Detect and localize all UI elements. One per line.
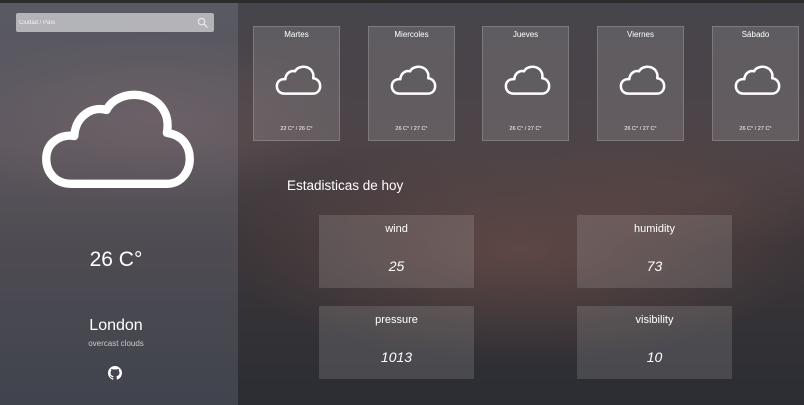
forecast-range: 26 C° / 27 C° (739, 126, 772, 132)
forecast-card: Sábado 26 C° / 27 C° (712, 26, 799, 141)
search-icon[interactable] (197, 17, 208, 28)
stats-title: Estadisticas de hoy (287, 178, 404, 193)
github-icon[interactable] (108, 366, 122, 380)
stat-value: 10 (646, 349, 663, 365)
cloud-icon (619, 65, 666, 95)
forecast-card: Miercoles 26 C° / 27 C° (368, 26, 455, 141)
stat-value: 1013 (380, 349, 413, 365)
search-box (16, 13, 214, 32)
weather-description: overcast clouds (88, 339, 144, 348)
forecast-day: Martes (284, 30, 309, 39)
stat-label: humidity (634, 223, 675, 235)
stat-value: 73 (646, 258, 663, 274)
stat-card-pressure: pressure 1013 (319, 306, 474, 379)
forecast-card: Jueves 26 C° / 27 C° (482, 26, 569, 141)
cloud-icon (504, 65, 551, 95)
stat-card-wind: wind 25 (319, 215, 474, 288)
forecast-range: 26 C° / 27 C° (624, 126, 657, 132)
city-name: London (89, 317, 143, 334)
cloud-icon (390, 65, 437, 95)
stat-label: pressure (375, 314, 418, 326)
stat-card-humidity: humidity 73 (577, 215, 732, 288)
cloud-icon (42, 90, 194, 188)
forecast-day: Sábado (741, 30, 770, 39)
forecast-range: 22 C° / 26 C° (280, 126, 313, 132)
forecast-day: Jueves (512, 30, 539, 39)
cloud-icon (275, 65, 322, 95)
current-temperature: 26 C° (89, 248, 143, 271)
forecast-card: Martes 22 C° / 26 C° (253, 26, 340, 141)
stat-card-visibility: visibility 10 (577, 306, 732, 379)
forecast-range: 26 C° / 27 C° (395, 126, 428, 132)
forecast-range: 26 C° / 27 C° (509, 126, 542, 132)
search-input[interactable] (16, 13, 199, 32)
stat-value: 25 (388, 258, 405, 274)
forecast-day: Miercoles (394, 30, 429, 39)
stat-label: visibility (635, 314, 674, 326)
cloud-icon (734, 65, 781, 95)
stat-label: wind (385, 223, 408, 235)
forecast-card: Viernes 26 C° / 27 C° (597, 26, 684, 141)
forecast-day: Viernes (627, 30, 654, 39)
